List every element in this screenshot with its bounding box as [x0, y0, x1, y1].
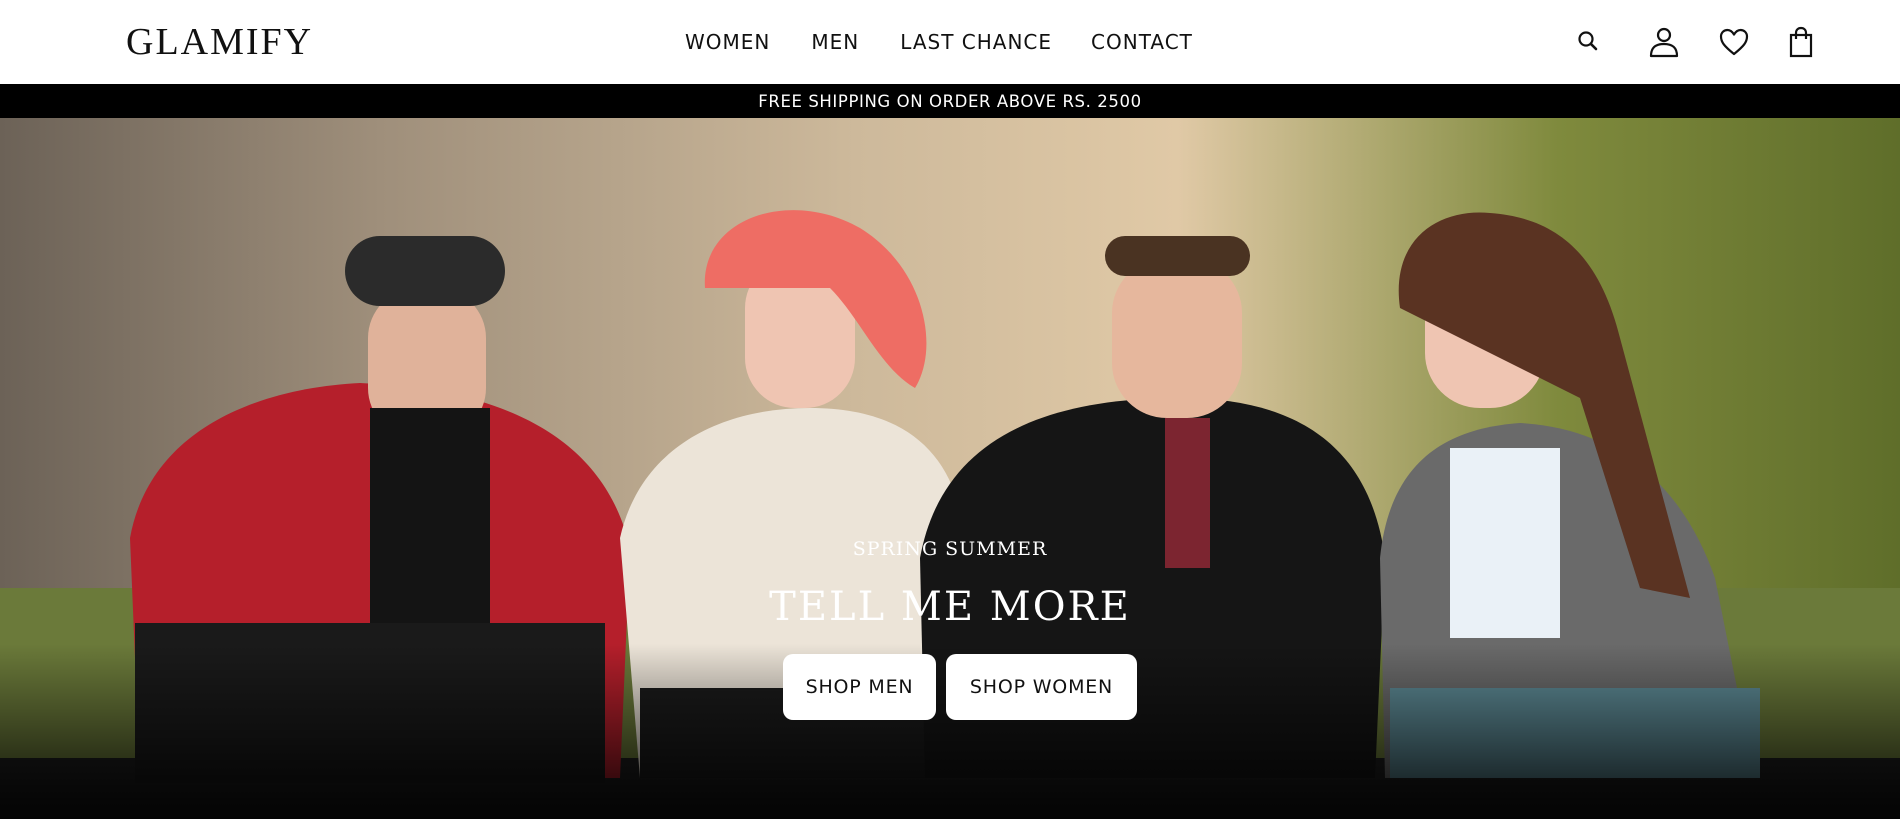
search-icon[interactable]	[1571, 24, 1607, 60]
hero-subtitle: SPRING SUMMER	[852, 538, 1048, 560]
site-header: GLAMIFY WOMEN MEN LAST CHANCE CONTACT	[0, 0, 1900, 84]
shop-women-button[interactable]: SHOP WOMEN	[946, 654, 1137, 720]
header-icons	[0, 24, 1900, 60]
shop-men-button[interactable]: SHOP MEN	[783, 654, 936, 720]
heart-icon[interactable]	[1716, 24, 1752, 60]
hero-title: TELL ME MORE	[769, 584, 1131, 630]
bag-icon[interactable]	[1783, 24, 1819, 60]
announcement-bar: FREE SHIPPING ON ORDER ABOVE RS. 2500	[0, 84, 1900, 118]
hero-banner: SPRING SUMMER TELL ME MORE SHOP MEN SHOP…	[0, 118, 1900, 819]
announcement-text: FREE SHIPPING ON ORDER ABOVE RS. 2500	[758, 91, 1142, 111]
user-icon[interactable]	[1646, 24, 1682, 60]
